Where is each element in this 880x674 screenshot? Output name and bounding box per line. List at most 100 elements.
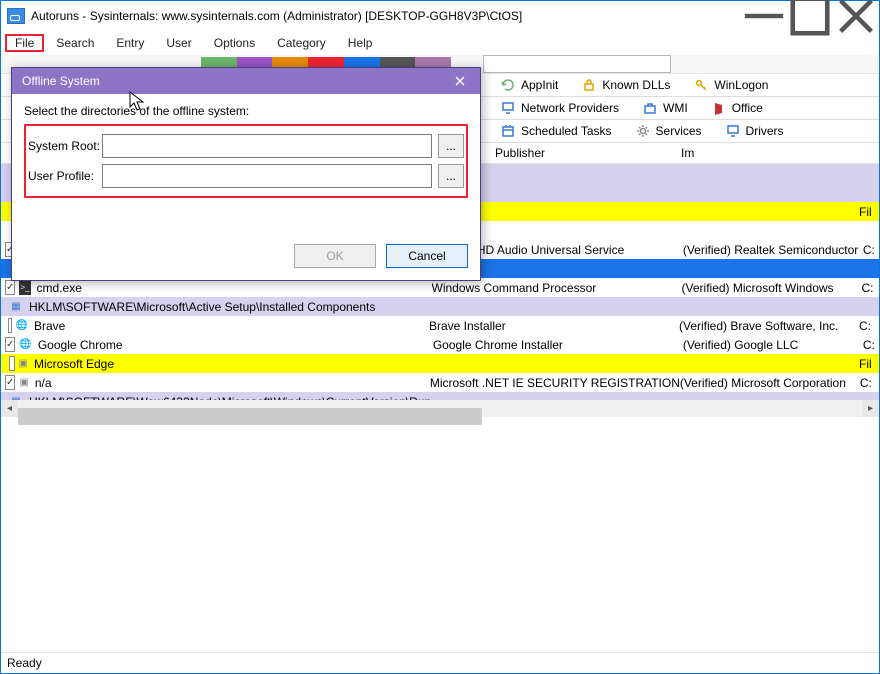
menu-entry[interactable]: Entry xyxy=(106,34,154,52)
entry-publisher: (Verified) Microsoft Windows xyxy=(682,281,862,295)
entry-publisher: (Verified) Google LLC xyxy=(683,338,863,352)
refresh-icon xyxy=(501,78,515,92)
entry-checkbox[interactable] xyxy=(5,375,15,390)
empty-area xyxy=(1,417,879,653)
registry-key-row[interactable]: ▦ HKLM\SOFTWARE\Microsoft\Active Setup\In… xyxy=(1,297,879,316)
tab-drivers[interactable]: Drivers xyxy=(714,120,796,142)
entry-image: C: xyxy=(862,281,879,295)
entry-checkbox[interactable] xyxy=(5,280,15,295)
entry-publisher: (Verified) Brave Software, Inc. xyxy=(679,319,859,333)
scroll-left-button[interactable]: ◂ xyxy=(1,400,18,417)
key-icon xyxy=(694,78,708,92)
tab-label: WMI xyxy=(663,101,688,115)
monitor-icon xyxy=(726,124,740,138)
tab-known-dlls[interactable]: Known DLLs xyxy=(570,74,682,96)
close-button[interactable] xyxy=(833,1,879,31)
globe-icon: 🌐 xyxy=(19,338,31,352)
status-text: Ready xyxy=(7,656,42,670)
system-root-label: System Root: xyxy=(28,139,102,153)
tab-winlogon[interactable]: WinLogon xyxy=(682,74,780,96)
entry-row[interactable]: ▣ n/aMicrosoft .NET IE SECURITY REGISTRAT… xyxy=(1,373,879,392)
menu-search[interactable]: Search xyxy=(46,34,104,52)
tab-label: AppInit xyxy=(521,78,558,92)
lock-icon xyxy=(582,78,596,92)
titlebar[interactable]: Autoruns - Sysinternals: www.sysinternal… xyxy=(1,1,879,31)
calendar-icon xyxy=(501,124,515,138)
minimize-button[interactable] xyxy=(741,1,787,31)
user-profile-label: User Profile: xyxy=(28,169,102,183)
maximize-button[interactable] xyxy=(787,1,833,31)
gear-icon xyxy=(636,124,650,138)
tab-office[interactable]: Office xyxy=(700,97,775,119)
entry-name: Microsoft Edge xyxy=(32,357,429,371)
menu-user[interactable]: User xyxy=(156,34,201,52)
entry-name: cmd.exe xyxy=(35,281,432,295)
window-title: Autoruns - Sysinternals: www.sysinternal… xyxy=(31,9,741,23)
header-image[interactable]: Im xyxy=(675,146,694,160)
tab-label: Services xyxy=(656,124,702,138)
tab-label: Known DLLs xyxy=(602,78,670,92)
tab-label: Network Providers xyxy=(521,101,619,115)
tab-network-providers[interactable]: Network Providers xyxy=(489,97,631,119)
entry-description: Microsoft .NET IE SECURITY REGISTRATION xyxy=(430,376,680,390)
menubar: File Search Entry User Options Category … xyxy=(1,31,879,55)
tab-appinit[interactable]: AppInit xyxy=(489,74,570,96)
office-icon xyxy=(712,101,726,115)
ok-button[interactable]: OK xyxy=(294,244,376,268)
registry-key-row[interactable]: ▦HKLM\SOFTWARE\Wow6432Node\Microsoft\Win… xyxy=(1,392,879,400)
search-input[interactable] xyxy=(483,55,671,73)
user-profile-browse-button[interactable]: ... xyxy=(438,164,464,188)
dialog-titlebar[interactable]: Offline System xyxy=(12,68,480,94)
entry-row[interactable]: 🌐 BraveBrave Installer(Verified) Brave So… xyxy=(1,316,879,335)
entry-name: n/a xyxy=(33,376,430,390)
monitor-icon xyxy=(501,101,515,115)
system-root-browse-button[interactable]: ... xyxy=(438,134,464,158)
tab-label: Scheduled Tasks xyxy=(521,124,612,138)
entry-publisher: (Verified) Microsoft Corporation xyxy=(680,376,860,390)
menu-help[interactable]: Help xyxy=(338,34,383,52)
entry-description: Google Chrome Installer xyxy=(433,338,683,352)
dialog-close-button[interactable] xyxy=(440,68,480,94)
tab-scheduled-tasks[interactable]: Scheduled Tasks xyxy=(489,120,624,142)
doc-icon: ▣ xyxy=(19,376,28,390)
menu-file[interactable]: File xyxy=(5,34,44,52)
menu-options[interactable]: Options xyxy=(204,34,265,52)
scroll-right-button[interactable]: ▸ xyxy=(862,400,879,417)
cancel-button[interactable]: Cancel xyxy=(386,244,468,268)
doc-icon: ▣ xyxy=(19,357,28,371)
entry-checkbox[interactable] xyxy=(5,337,15,352)
user-profile-input[interactable] xyxy=(102,164,432,188)
entry-name: Google Chrome xyxy=(36,338,433,352)
highlighted-fields: System Root: ... User Profile: ... xyxy=(24,124,468,198)
entry-image: C: xyxy=(863,243,879,257)
entry-image: Fil xyxy=(859,357,879,371)
entry-image: C: xyxy=(863,338,879,352)
entry-image: Fil xyxy=(859,205,879,219)
horizontal-scrollbar[interactable]: ◂ ▸ xyxy=(1,400,879,417)
scroll-thumb[interactable] xyxy=(18,408,482,425)
entry-image: C: xyxy=(860,376,879,390)
tab-wmi[interactable]: WMI xyxy=(631,97,700,119)
entry-checkbox[interactable] xyxy=(9,356,14,371)
entry-row[interactable]: ▣ Microsoft Edge Fil xyxy=(1,354,879,373)
header-publisher[interactable]: Publisher xyxy=(489,146,675,160)
entry-description: Brave Installer xyxy=(429,319,679,333)
app-icon xyxy=(7,8,25,24)
tab-label: WinLogon xyxy=(714,78,768,92)
entry-checkbox[interactable] xyxy=(8,318,12,333)
registry-icon: ▦ xyxy=(9,300,23,314)
exe-icon: >_ xyxy=(19,281,30,295)
entry-row[interactable]: 🌐 Google ChromeGoogle Chrome Installer(Ve… xyxy=(1,335,879,354)
system-root-input[interactable] xyxy=(102,134,432,158)
entry-publisher: (Verified) Realtek Semiconductor ... xyxy=(683,243,863,257)
entry-image: C: xyxy=(859,319,879,333)
briefcase-icon xyxy=(643,101,657,115)
tab-services[interactable]: Services xyxy=(624,120,714,142)
dialog-title: Offline System xyxy=(22,74,100,88)
globe-icon: 🌐 xyxy=(16,319,28,333)
status-bar: Ready xyxy=(1,652,879,673)
app-window: Autoruns - Sysinternals: www.sysinternal… xyxy=(0,0,880,674)
entry-name: Brave xyxy=(32,319,429,333)
registry-path: HKLM\SOFTWARE\Microsoft\Active Setup\Ins… xyxy=(27,300,879,314)
menu-category[interactable]: Category xyxy=(267,34,336,52)
